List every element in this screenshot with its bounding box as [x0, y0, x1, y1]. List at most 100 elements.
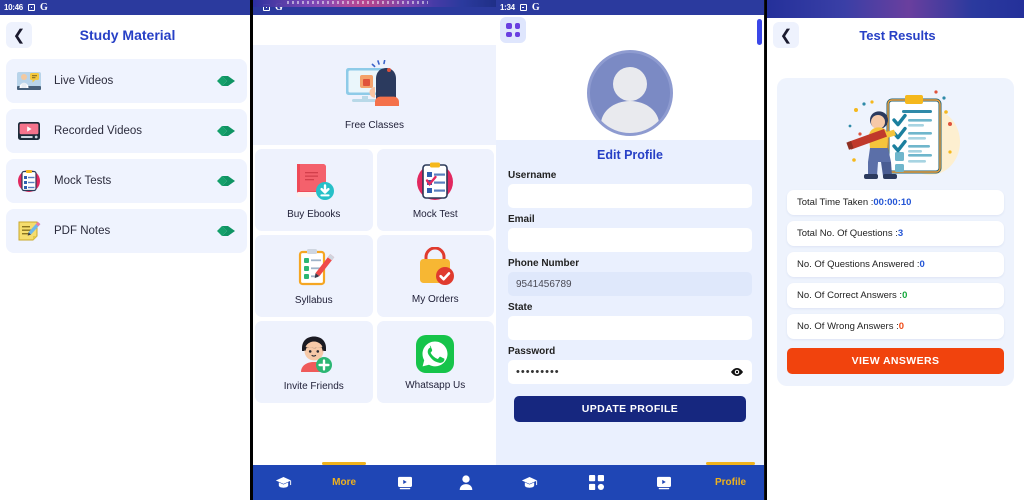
tile-label: Free Classes: [345, 119, 404, 131]
list-item-live-videos[interactable]: Live Videos: [6, 59, 247, 103]
list-item-label: Mock Tests: [54, 175, 112, 187]
status-bar: 10:46 G: [0, 0, 253, 15]
avatar-placeholder-icon[interactable]: [587, 49, 673, 136]
video-screen-icon: [397, 476, 412, 489]
bottom-nav: More: [253, 462, 496, 500]
arrow-right-icon[interactable]: [215, 73, 237, 89]
test-results-header: ❮ Test Results: [767, 18, 1024, 52]
username-label: Username: [508, 170, 557, 181]
result-value: 0: [919, 259, 925, 270]
state-input[interactable]: [508, 316, 752, 340]
phone-number-label: Phone Number: [508, 258, 580, 269]
tile-invite-friends[interactable]: Invite Friends: [255, 321, 373, 403]
page-title: Study Material: [79, 27, 176, 43]
free-classes-icon: [345, 59, 399, 106]
nav-item-more[interactable]: [563, 465, 630, 500]
list-item-label: Recorded Videos: [54, 125, 143, 137]
tile-free-classes[interactable]: Free Classes: [253, 45, 496, 145]
nav-item-label: More: [332, 477, 357, 488]
status-bar: [767, 0, 1024, 18]
tile-mock-test[interactable]: Mock Test: [376, 149, 494, 231]
password-label: Password: [508, 346, 556, 357]
nav-item-classes[interactable]: [253, 465, 314, 500]
chevron-left-icon[interactable]: ❮: [6, 22, 32, 48]
update-profile-button[interactable]: UPDATE PROFILE: [514, 396, 746, 422]
status-time: 10:46: [4, 3, 23, 12]
list-item-pdf-notes[interactable]: PDF Notes: [6, 209, 247, 253]
email-input[interactable]: [508, 228, 752, 252]
bottom-nav: Profile: [496, 462, 764, 500]
nav-item-classes[interactable]: [496, 465, 563, 500]
nav-item-profile[interactable]: [435, 465, 496, 500]
result-value: 3: [897, 228, 904, 239]
phone-number-input[interactable]: 9541456789: [508, 272, 752, 296]
result-value: 0: [902, 290, 908, 301]
study-material-header: ❮ Study Material: [0, 15, 253, 55]
password-field[interactable]: •••••••••: [508, 360, 752, 384]
person-checklist-icon: [787, 88, 1004, 184]
arrow-right-icon[interactable]: [215, 123, 237, 139]
graduation-cap-icon: [275, 476, 292, 488]
edit-profile-form: Edit Profile Username Email Phone Number…: [496, 140, 764, 470]
nav-item-more[interactable]: More: [314, 462, 375, 500]
nav-item-label: Profile: [714, 477, 747, 488]
avatar-section: [496, 45, 764, 140]
person-icon: [459, 475, 472, 490]
eye-icon[interactable]: [730, 367, 744, 377]
result-label: Total No. Of Questions :: [797, 228, 898, 239]
google-icon: G: [531, 2, 540, 13]
page-title: Test Results: [859, 27, 936, 43]
list-item-recorded-videos[interactable]: Recorded Videos: [6, 109, 247, 153]
list-item-mock-tests[interactable]: Mock Tests: [6, 159, 247, 203]
nav-item-profile[interactable]: Profile: [697, 462, 764, 500]
nav-item-videos[interactable]: [375, 465, 436, 500]
apps-grid-icon: [589, 475, 604, 490]
tile-my-orders[interactable]: My Orders: [376, 235, 494, 317]
test-results-card: Total Time Taken : 00:00:10 Total No. Of…: [777, 78, 1014, 386]
invite-friend-icon: [300, 336, 332, 373]
graduation-cap-icon: [521, 476, 538, 488]
form-title: Edit Profile: [597, 148, 663, 162]
more-menu-grid: Free Classes Buy Ebooks Mock Test Syllab…: [253, 45, 496, 444]
study-material-list: Live Videos Recorded Videos Mock Tests P…: [0, 55, 253, 263]
result-label: Total Time Taken :: [797, 197, 874, 208]
video-screen-icon: [656, 476, 671, 489]
result-row-correct-answers: No. Of Correct Answers : 0: [787, 283, 1004, 308]
tile-syllabus[interactable]: Syllabus: [255, 235, 373, 317]
tile-row: Buy Ebooks Mock Test: [253, 149, 496, 231]
clipboard-test-icon: [417, 162, 454, 200]
chevron-left-icon[interactable]: ❮: [773, 22, 799, 48]
tile-whatsapp-us[interactable]: Whatsapp Us: [376, 321, 494, 403]
scrollbar-thumb[interactable]: [757, 19, 762, 45]
list-item-label: PDF Notes: [54, 225, 111, 237]
list-item-label: Live Videos: [54, 75, 114, 87]
tile-buy-ebooks[interactable]: Buy Ebooks: [255, 149, 373, 231]
tile-label: My Orders: [411, 294, 459, 305]
square-icon: [519, 4, 527, 11]
result-row-total-questions: Total No. Of Questions : 3: [787, 221, 1004, 246]
tile-row: Invite Friends Whatsapp Us: [253, 321, 496, 403]
view-answers-button[interactable]: VIEW ANSWERS: [787, 348, 1004, 374]
nav-item-videos[interactable]: [630, 465, 697, 500]
email-label: Email: [508, 214, 535, 225]
username-input[interactable]: [508, 184, 752, 208]
square-icon: [27, 4, 35, 11]
result-value: 00:00:10: [873, 197, 912, 208]
status-bar: 1:34 G: [496, 0, 764, 15]
tile-label: Mock Test: [412, 209, 458, 220]
live-video-icon: [16, 68, 42, 94]
syllabus-icon: [298, 249, 334, 286]
panel-test-results: ❮ Test Results Total Time Taken: 00:00:…: [765, 0, 1024, 500]
tile-label: Buy Ebooks: [287, 209, 341, 220]
apps-grid-icon[interactable]: [500, 17, 526, 43]
panel-study-material: 10:46 G ❮ Study Material Live Videos Rec…: [0, 0, 253, 500]
arrow-right-icon[interactable]: [215, 223, 237, 239]
shopping-bag-icon: [420, 247, 455, 285]
result-value: 0: [898, 321, 905, 332]
google-icon: G: [39, 2, 48, 13]
status-bar-artifact: [253, 0, 496, 7]
tile-label: Invite Friends: [283, 381, 344, 392]
arrow-right-icon[interactable]: [215, 173, 237, 189]
password-input[interactable]: •••••••••: [516, 366, 560, 378]
edit-profile-topbar: [496, 15, 764, 45]
